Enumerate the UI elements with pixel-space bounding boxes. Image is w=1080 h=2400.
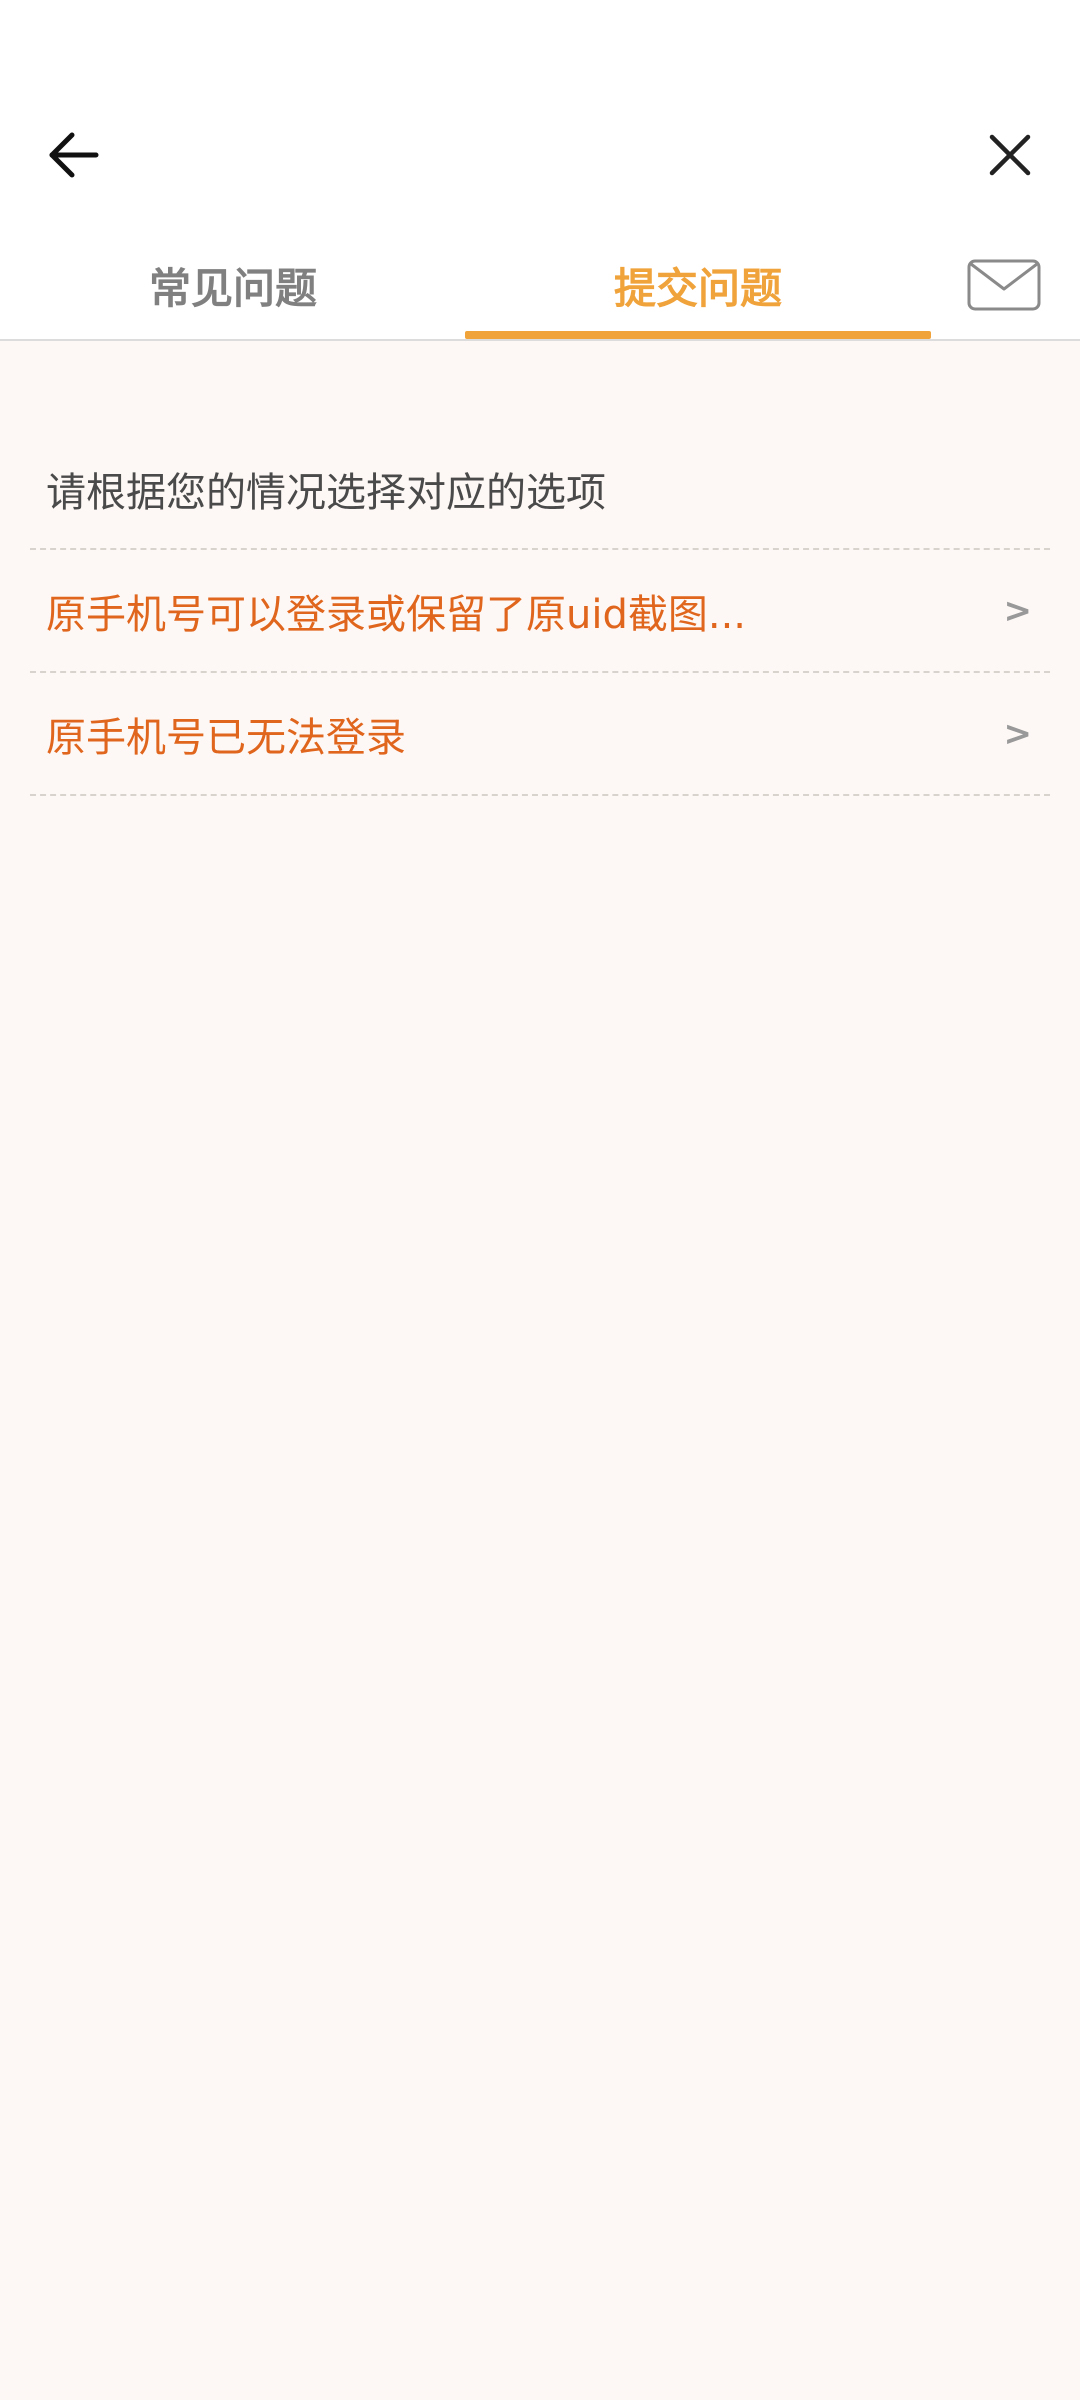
tab-submit-question[interactable]: 提交问题 <box>465 230 931 340</box>
close-button[interactable] <box>970 115 1050 195</box>
header-divider <box>0 339 1080 341</box>
option-label: 原手机号可以登录或保留了原uid截图... <box>46 591 746 638</box>
mail-icon <box>967 259 1041 311</box>
close-icon <box>989 134 1031 176</box>
back-button[interactable] <box>34 115 114 195</box>
mail-button[interactable] <box>966 255 1042 315</box>
tab-submit-label: 提交问题 <box>613 263 782 313</box>
option-can-login[interactable]: 原手机号可以登录或保留了原uid截图... > <box>30 550 1050 673</box>
instruction-text: 请根据您的情况选择对应的选项 <box>30 430 1050 550</box>
tab-bar: 常见问题 提交问题 <box>0 230 1080 340</box>
tab-faq[interactable]: 常见问题 <box>0 230 466 340</box>
active-tab-indicator <box>465 331 931 339</box>
arrow-left-icon <box>49 132 99 178</box>
tab-faq-label: 常见问题 <box>148 263 317 313</box>
options-panel: 请根据您的情况选择对应的选项 原手机号可以登录或保留了原uid截图... > 原… <box>30 430 1050 796</box>
chevron-right-icon: > <box>1003 713 1033 754</box>
chevron-right-icon: > <box>1003 590 1033 631</box>
option-label: 原手机号已无法登录 <box>46 714 406 761</box>
option-cannot-login[interactable]: 原手机号已无法登录 > <box>30 673 1050 796</box>
